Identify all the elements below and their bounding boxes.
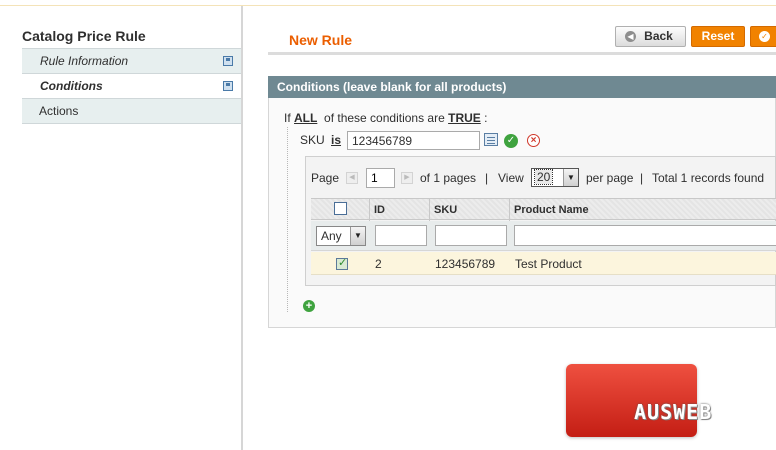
chevron-down-icon: ▼	[563, 169, 578, 186]
sku-operator-link[interactable]: is	[331, 133, 341, 147]
tab-conditions[interactable]: Conditions	[22, 74, 241, 99]
total-records-text: Total 1 records found	[652, 171, 765, 185]
next-page-icon[interactable]: ▶	[401, 172, 413, 184]
tab-label: Rule Information	[40, 54, 129, 68]
sku-value-input[interactable]	[347, 131, 480, 150]
reset-button[interactable]: Reset	[691, 26, 745, 47]
sidebar-tabs: Rule Information Conditions Actions	[22, 48, 241, 124]
sidebar-title: Catalog Price Rule	[22, 28, 146, 44]
value-link[interactable]: TRUE	[448, 111, 481, 125]
sku-filter-input[interactable]	[435, 225, 507, 246]
column-header-id[interactable]: ID	[370, 199, 430, 221]
condition-aggregator-line: If ALL of these conditions are TRUE :	[284, 111, 488, 125]
tab-actions[interactable]: Actions	[22, 99, 241, 124]
condition-tree-line	[287, 127, 288, 312]
save-button[interactable]: ✓	[750, 26, 776, 47]
grid-header-row: ID SKU Product Name	[311, 198, 776, 221]
save-icon	[223, 81, 233, 91]
tab-label: Conditions	[40, 79, 103, 93]
cell-sku: 123456789	[435, 257, 496, 271]
row-select-checkbox[interactable]	[336, 256, 348, 270]
per-page-select[interactable]: 20 ▼	[531, 168, 579, 187]
select-all-checkbox[interactable]	[334, 202, 347, 215]
conditions-fieldset-header: Conditions (leave blank for all products…	[268, 76, 776, 98]
checkmark-icon: ✓	[759, 31, 770, 42]
column-header-product-name[interactable]: Product Name	[510, 199, 776, 221]
chooser-list-icon[interactable]	[484, 133, 498, 146]
apply-check-icon[interactable]: ✓	[504, 134, 518, 148]
back-button[interactable]: ◀ Back	[615, 26, 686, 47]
cell-product-name: Test Product	[515, 257, 582, 271]
prev-page-icon[interactable]: ◀	[346, 172, 358, 184]
tab-rule-information[interactable]: Rule Information	[22, 49, 241, 74]
save-icon	[223, 56, 233, 66]
cell-id: 2	[375, 257, 382, 271]
page-title: New Rule	[289, 32, 353, 48]
page-number-input[interactable]	[366, 168, 395, 188]
chevron-down-icon: ▼	[350, 227, 365, 245]
column-header-sku[interactable]: SKU	[430, 199, 510, 221]
pager-separator: |	[640, 171, 644, 185]
in-products-filter-select[interactable]: Any ▼	[316, 226, 366, 246]
title-divider	[268, 52, 776, 55]
page-label: Page	[311, 171, 340, 185]
of-pages-text: of 1 pages	[420, 171, 477, 185]
id-filter-input[interactable]	[375, 225, 427, 246]
view-label: View	[498, 171, 524, 185]
product-name-filter-input[interactable]	[514, 225, 776, 246]
remove-x-icon[interactable]: ×	[527, 134, 540, 147]
add-condition-icon[interactable]: +	[303, 300, 315, 312]
back-arrow-icon: ◀	[625, 31, 636, 42]
tab-label: Actions	[39, 104, 79, 118]
logo-text: AUSWEB	[634, 400, 713, 424]
pager-separator: |	[485, 171, 489, 185]
sku-attribute-label[interactable]: SKU	[300, 133, 325, 147]
aggregator-link[interactable]: ALL	[294, 111, 317, 125]
per-page-label: per page	[586, 171, 634, 185]
